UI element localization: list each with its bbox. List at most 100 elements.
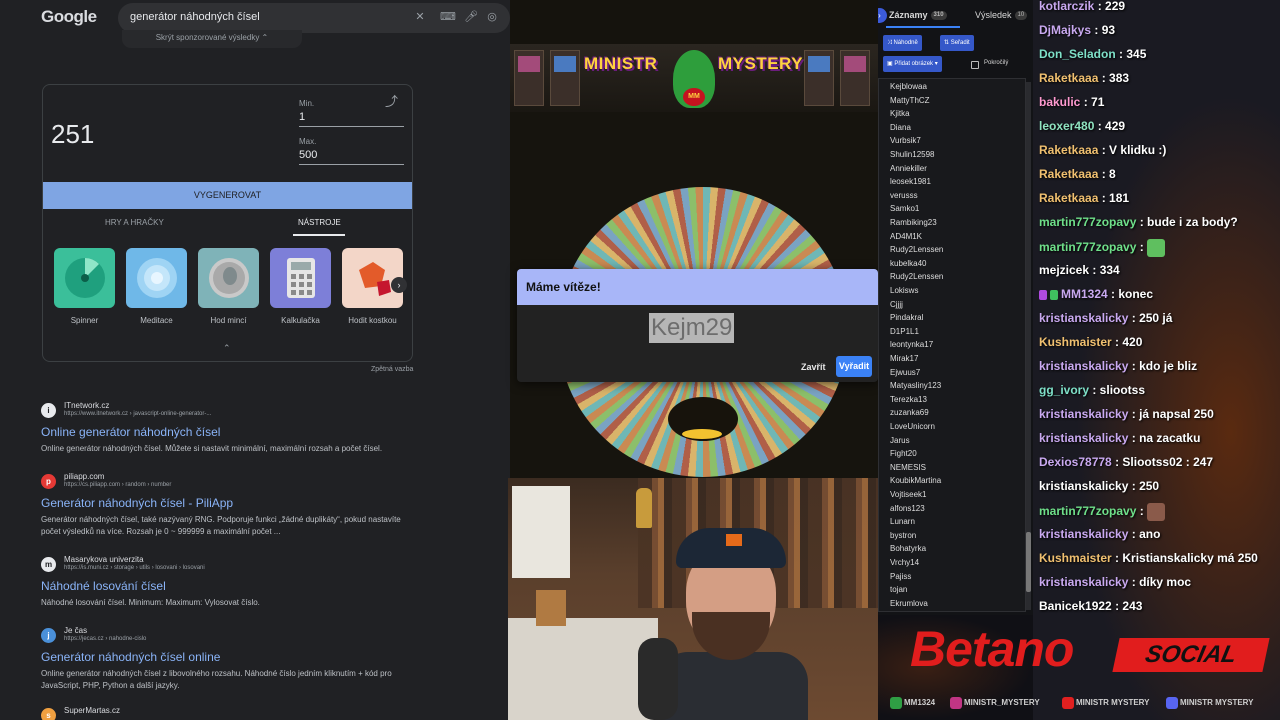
remove-button[interactable]: Vyřadit [836,356,872,377]
entry-item: Bohatyrka [890,544,927,554]
chat-message: leoxer480 : 429 [1039,119,1125,133]
chat-emote-icon [1147,503,1166,521]
chat-username[interactable]: martin777zopavy [1039,504,1136,518]
chat-username[interactable]: martin777zopavy [1039,240,1136,254]
youtube-icon [1062,697,1074,709]
chat-message: kristianskalicky : díky moc [1039,575,1191,589]
chat-username[interactable]: Dexios78778 [1039,455,1112,469]
chevron-up-icon[interactable]: ⌃ [223,343,231,354]
tool-meditation[interactable]: Meditace [126,248,187,325]
microphone-icon[interactable]: 🎤︎ [464,11,478,23]
entry-item: Shulin12598 [890,150,935,159]
entries-textarea[interactable]: Kejblowaa MattyThCZ Kjitka Diana Vurbsik7 Shu… [878,78,1026,612]
google-logo[interactable]: Google [41,7,97,27]
result-title-link[interactable]: Náhodné losování čísel [41,579,421,593]
tool-spinner[interactable]: Spinner [54,248,115,325]
chat-message: Kushmaister : Kristianskalicky má 250 [1039,551,1258,565]
add-image-button[interactable]: ▣ Přidat obrázek ▾ [883,56,942,72]
chat-message: Raketkaaa : 383 [1039,71,1129,85]
chat-username[interactable]: Raketkaaa [1039,191,1098,205]
result-title-link[interactable]: Generátor náhodných čísel online [41,650,421,664]
chat-text: : 250 [1128,479,1160,493]
entry-item: Lokisws [890,286,919,295]
shuffle-button[interactable]: ⤨ Náhodně [883,35,922,51]
chat-username[interactable]: kristianskalicky [1039,407,1128,421]
entry-item: NEMESIS [890,462,927,472]
chat-username[interactable]: Kushmaister [1039,551,1112,565]
entry-item: Kejblowaa [890,82,927,91]
result-title-link[interactable]: Generátor náhodných čísel - PiliApp [41,496,421,510]
chevron-right-icon[interactable]: › [878,8,887,23]
chat-text: : bude i za body? [1136,215,1238,229]
chevron-right-icon[interactable]: › [391,277,407,293]
generate-button[interactable]: VYGENEROVAT [43,182,412,209]
site-favicon: m [41,557,56,572]
entry-item: Samko1 [890,204,920,214]
chat-text: : konec [1107,287,1154,301]
max-label: Max. [299,137,317,146]
chat-text: : sliootss [1089,383,1146,397]
tool-coin-flip[interactable]: Hod mincí [198,248,259,325]
entries-tabs: › Záznamy 310 Výsledek 10 [878,0,1033,30]
entry-item: Vojtiseek1 [890,490,927,499]
chat-message: Kushmaister : 420 [1039,335,1142,349]
search-input[interactable]: generátor náhodných čísel [130,11,260,23]
chat-username[interactable]: DjMajkys [1039,23,1091,37]
keyboard-icon[interactable]: ⌨ [440,11,456,23]
chat-username[interactable]: kristianskalicky [1039,527,1128,541]
chat-username[interactable]: Raketkaaa [1039,167,1098,181]
advanced-checkbox[interactable] [971,61,979,69]
tool-calculator[interactable]: Kalkulačka [270,248,331,325]
close-button[interactable]: Zavřít [801,362,826,372]
chat-username[interactable]: kotlarczik [1039,0,1094,13]
chat-username[interactable]: Raketkaaa [1039,71,1098,85]
chat-username[interactable]: mejzicek [1039,263,1089,277]
sort-button[interactable]: ⇅ Seřadit [940,35,974,51]
entries-scrollbar[interactable] [1026,82,1031,610]
tab-entries[interactable]: Záznamy 310 [889,10,947,21]
chat-username[interactable]: Raketkaaa [1039,143,1098,157]
chat-username[interactable]: MM1324 [1061,287,1108,301]
chat-text: : 429 [1094,119,1126,133]
tab-tools[interactable]: NÁSTROJE [298,218,341,227]
tab-results[interactable]: Výsledek 10 [975,10,1028,21]
winner-dialog: Máme vítěze! Kejm29 Zavřít Vyřadit [517,269,878,382]
chat-message: MM1324 : konec [1039,287,1153,301]
hide-sponsored-toggle[interactable]: Skrýt sponzorované výsledky ⌃ [122,30,302,48]
entry-item: Lunarn [890,517,915,527]
chat-username[interactable]: Kushmaister [1039,335,1112,349]
chat-username[interactable]: kristianskalicky [1039,479,1128,493]
chat-emote-icon [1147,239,1166,257]
chat-username[interactable]: Banicek1922 [1039,599,1112,613]
max-input[interactable]: 500 [299,149,404,165]
webcam-feed [508,478,878,720]
result-snippet: Náhodné losování čísel. Minimum: Maximum… [41,598,260,607]
chat-text: : [1136,240,1148,255]
chat-username[interactable]: gg_ivory [1039,383,1089,397]
share-icon[interactable]: ⤴ [385,91,398,110]
entry-item: Rambiking23 [890,218,937,227]
cardboard-box [536,590,566,626]
chat-username[interactable]: kristianskalicky [1039,359,1128,373]
clear-icon[interactable]: ✕ [414,11,426,23]
google-search-panel: Google generátor náhodných čísel ✕ ⌨ 🎤︎ … [0,0,510,720]
chat-username[interactable]: Don_Seladon [1039,47,1116,61]
lens-icon[interactable]: ◎ [486,11,498,23]
chat-username[interactable]: kristianskalicky [1039,431,1128,445]
wheel-game-panel: MINISTR MM MYSTERY [510,0,878,478]
chat-username[interactable]: leoxer480 [1039,119,1094,133]
arcade-cabinet-icon [514,50,544,106]
tab-games-toys[interactable]: HRY A HRAČKY [105,218,164,227]
spinner-icon [54,248,115,308]
chat-username[interactable]: kristianskalicky [1039,575,1128,589]
chat-username[interactable]: kristianskalicky [1039,311,1128,325]
chat-username[interactable]: bakulic [1039,95,1080,109]
social-handle: MINISTR MYSTERY [1062,697,1149,709]
random-number-widget: ⤴ 251 Min. 1 Max. 500 VYGENEROVAT HRY A … [42,84,413,362]
search-bar[interactable]: generátor náhodných čísel ✕ ⌨ 🎤︎ ◎ [118,3,510,33]
feedback-link[interactable]: Zpětná vazba [371,366,413,373]
min-input[interactable]: 1 [299,111,404,127]
result-title-link[interactable]: Online generátor náhodných čísel [41,425,421,439]
chat-username[interactable]: martin777zopavy [1039,215,1136,229]
entry-item: Vurbsik7 [890,136,921,146]
